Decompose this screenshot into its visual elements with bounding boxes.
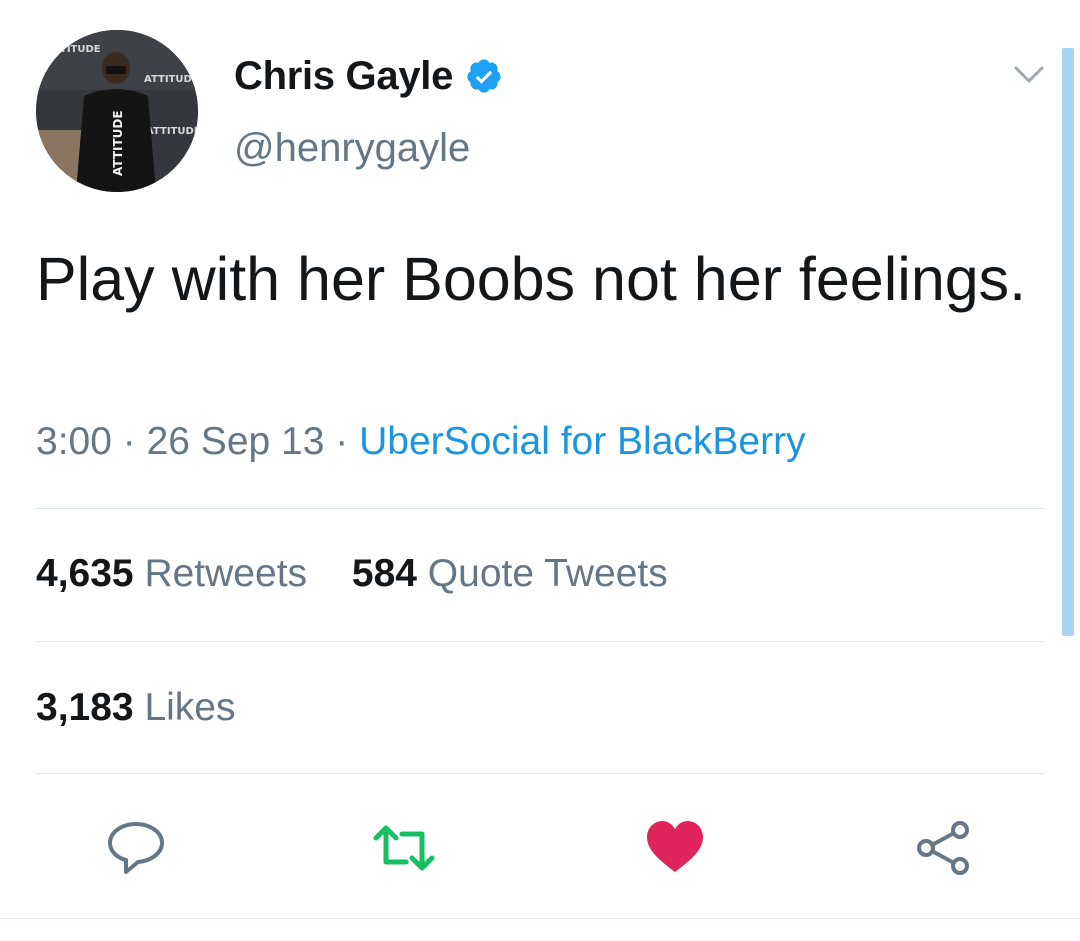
quote-tweets-count: 584 <box>351 552 417 595</box>
avatar-backdrop-text: ATTITUDE <box>46 44 101 55</box>
shirt-text: ATTITUDE <box>111 110 125 176</box>
retweets-count: 4,635 <box>36 552 134 595</box>
engagement-stats: 4,635 Retweets 584 Quote Tweets <box>36 552 702 596</box>
chevron-down-icon[interactable] <box>1012 58 1046 92</box>
likes-count: 3,183 <box>36 686 134 729</box>
avatar-backdrop-text-2: ATTITUDE <box>144 74 198 85</box>
likes-label: Likes <box>144 686 236 729</box>
share-button[interactable] <box>914 818 974 878</box>
retweets-label: Retweets <box>144 552 308 595</box>
quote-tweets-label: Quote Tweets <box>427 552 668 595</box>
heart-icon <box>647 821 703 872</box>
reply-button[interactable] <box>106 818 166 878</box>
avatar-backdrop-text-3: ATTITUDE <box>146 126 198 137</box>
reply-icon <box>108 822 164 874</box>
verified-badge-icon <box>465 57 503 95</box>
share-icon <box>917 821 969 875</box>
name-row[interactable]: Chris Gayle <box>234 52 503 100</box>
tweet-source-link[interactable]: UberSocial for BlackBerry <box>359 420 805 463</box>
likes-stat[interactable]: 3,183 Likes <box>36 686 236 730</box>
divider <box>36 773 1044 774</box>
retweet-button[interactable] <box>372 818 435 878</box>
meta-separator-2: · <box>335 420 349 463</box>
divider <box>0 918 1080 919</box>
scrollbar[interactable] <box>1062 48 1074 636</box>
like-button[interactable] <box>645 818 705 878</box>
display-name[interactable]: Chris Gayle <box>234 54 453 99</box>
retweet-icon <box>373 825 435 871</box>
retweets-stat[interactable]: 4,635 Retweets <box>36 552 307 596</box>
tweet-time: 3:00 <box>36 420 112 463</box>
quote-tweets-stat[interactable]: 584 Quote Tweets <box>352 552 668 596</box>
avatar[interactable]: ATTITUDE ATTITUDE ATTITUDE ATTITUDE <box>36 30 198 192</box>
user-handle[interactable]: @henrygayle <box>234 126 470 171</box>
divider <box>36 508 1044 509</box>
meta-separator: · <box>122 420 136 463</box>
tweet-text: Play with her Boobs not her feelings. <box>36 245 1027 313</box>
tweet-meta: 3:00 · 26 Sep 13 · UberSocial for BlackB… <box>36 420 806 464</box>
tweet-date[interactable]: 26 Sep 13 <box>147 420 325 463</box>
divider <box>36 641 1044 642</box>
